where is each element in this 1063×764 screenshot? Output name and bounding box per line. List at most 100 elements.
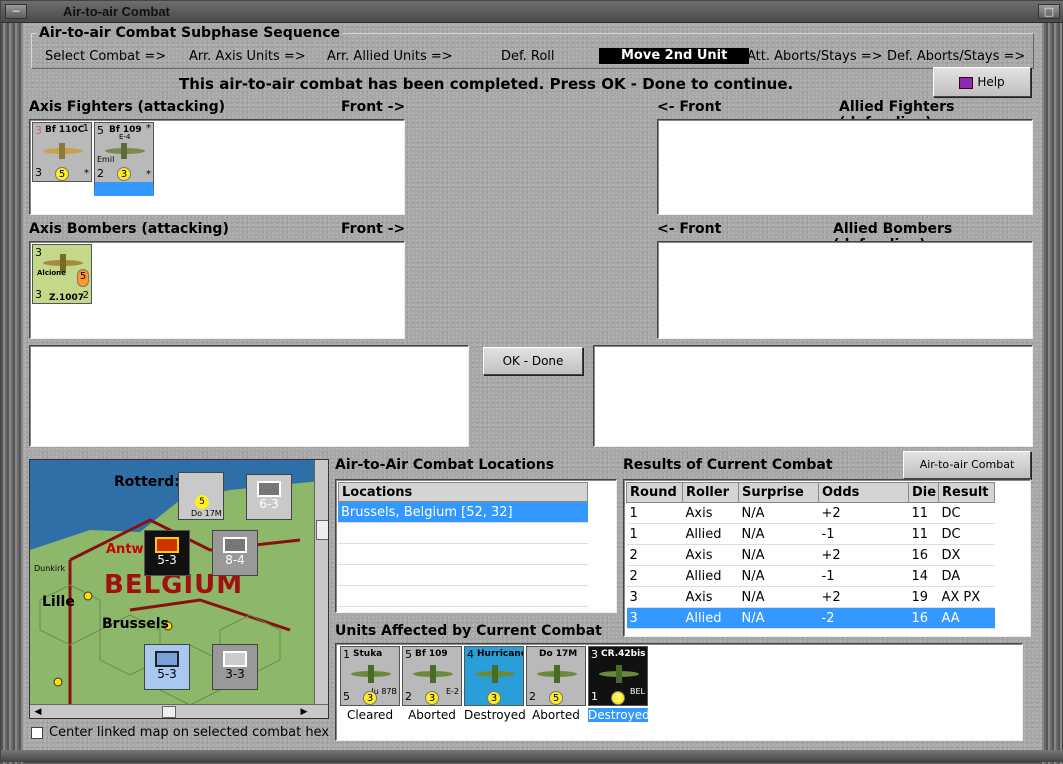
counter-value: * bbox=[84, 168, 89, 179]
result-cell: N/A bbox=[738, 586, 819, 608]
result-cell: +2 bbox=[818, 502, 909, 524]
scroll-thumb[interactable] bbox=[316, 520, 328, 540]
counter-name: Alcione bbox=[37, 269, 66, 277]
unit-counter[interactable]: 3 Alcione 5 3 Z.1007 2 bbox=[32, 244, 92, 304]
column-header: Die bbox=[908, 482, 939, 503]
window-content: Air-to-air Combat Subphase Sequence Sele… bbox=[23, 23, 1042, 752]
map-counter[interactable]: 5-3 bbox=[144, 530, 190, 576]
affected-unit-status: Aborted bbox=[408, 708, 456, 722]
axis-bombers-panel[interactable]: 3 Alcione 5 3 Z.1007 2 bbox=[29, 241, 405, 339]
column-header: Roller bbox=[682, 482, 739, 503]
affected-unit-counter[interactable]: Do 17M 2 5 bbox=[526, 646, 586, 706]
counter-name: Bf 110C bbox=[45, 125, 85, 135]
result-row[interactable]: 3 Axis N/A +2 19 AX PX bbox=[626, 586, 995, 608]
combat-window: ─ Air-to-air Combat □ Air-to-air Combat … bbox=[0, 0, 1063, 764]
counter-dot: 3 bbox=[487, 691, 501, 705]
map-counter[interactable]: 5 Do 17M bbox=[178, 472, 224, 520]
counter-dot: 5 bbox=[55, 167, 69, 181]
result-row[interactable]: 1 Allied N/A -1 11 DC bbox=[626, 523, 995, 545]
unit-counter-selected[interactable]: 5 Bf 109 E-4 * Emil 2 3 * bbox=[94, 122, 154, 196]
map-counter[interactable]: 5-3 bbox=[144, 644, 190, 690]
result-row[interactable]: 3 Allied N/A -2 16 AA bbox=[626, 607, 995, 629]
allied-bombers-panel[interactable] bbox=[657, 241, 1033, 339]
help-label: Help bbox=[977, 75, 1005, 89]
map-counter[interactable]: 6-3 bbox=[246, 474, 292, 520]
counter-value: 5 bbox=[405, 648, 412, 661]
result-row[interactable]: 2 Axis N/A +2 16 DX bbox=[626, 544, 995, 566]
result-cell: Axis bbox=[682, 586, 739, 608]
result-cell: N/A bbox=[738, 523, 819, 545]
counter-value: 1 bbox=[343, 648, 350, 661]
sequence-step: Select Combat => bbox=[45, 49, 167, 64]
counter-name: Bf 109 bbox=[415, 649, 448, 659]
help-button[interactable]: Help bbox=[933, 67, 1031, 97]
frame-right bbox=[1040, 23, 1062, 764]
map-vertical-scrollbar[interactable] bbox=[314, 460, 328, 704]
result-cell: AX PX bbox=[938, 586, 995, 608]
counter-sub: Emil bbox=[97, 155, 115, 164]
result-cell: N/A bbox=[738, 502, 819, 524]
center-map-checkbox[interactable] bbox=[31, 727, 43, 739]
affected-unit-status: Cleared bbox=[346, 708, 394, 722]
scroll-right-icon[interactable]: ▶ bbox=[298, 706, 310, 718]
frame-bottom bbox=[1, 750, 1063, 762]
ok-done-button[interactable]: OK - Done bbox=[483, 347, 583, 375]
window-close-button[interactable]: □ bbox=[1038, 4, 1060, 19]
affected-units-panel: 1 Stuka Ju 87B 5 3 Cleared 5 Bf 109 E-2 2 3 Aborted… bbox=[335, 643, 1023, 741]
affected-unit-status: Destroyed bbox=[588, 708, 650, 722]
aircraft-icon bbox=[43, 143, 83, 159]
counter-value: 2 bbox=[82, 290, 89, 301]
title-bar: ─ Air-to-air Combat □ bbox=[1, 1, 1063, 23]
result-cell: 3 bbox=[626, 586, 683, 608]
aircraft-icon bbox=[475, 665, 515, 683]
counter-value: * bbox=[146, 123, 151, 134]
sequence-step-active: Move 2nd Unit bbox=[599, 48, 750, 64]
sequence-step: Def. Roll bbox=[501, 49, 555, 64]
result-cell: 11 bbox=[908, 502, 939, 524]
counter-sub: E-2 bbox=[445, 687, 459, 696]
counter-value: 6-3 bbox=[259, 497, 279, 511]
affected-unit-counter[interactable]: 3 CR.42bis BEL 1 3 bbox=[588, 646, 648, 706]
map-horizontal-scrollbar[interactable]: ◀ ▶ bbox=[30, 704, 328, 718]
result-cell: AA bbox=[938, 607, 995, 629]
map-counter[interactable]: 3-3 bbox=[212, 644, 258, 690]
air-combat-chart-button[interactable]: Air-to-air Combat Chart bbox=[903, 451, 1031, 497]
affected-unit-counter[interactable]: 4 Hurricane 3 bbox=[464, 646, 524, 706]
map-counter[interactable]: 8-4 bbox=[212, 530, 258, 576]
scroll-thumb[interactable] bbox=[162, 706, 176, 718]
linked-map[interactable]: Rotterd: Antw BELGIUM Lille Brussels Dun… bbox=[29, 459, 329, 719]
map-label: Lille bbox=[42, 594, 75, 610]
counter-value: 5-3 bbox=[157, 553, 177, 567]
location-row-empty[interactable] bbox=[338, 565, 588, 586]
result-row[interactable]: 2 Allied N/A -1 14 DA bbox=[626, 565, 995, 587]
location-row[interactable]: Brussels, Belgium [52, 32] bbox=[338, 502, 588, 523]
aircraft-icon bbox=[599, 665, 639, 683]
location-row-empty[interactable] bbox=[338, 523, 588, 544]
counter-dot: 5 bbox=[195, 495, 209, 509]
allied-fighters-panel[interactable] bbox=[657, 119, 1033, 215]
unit-counter[interactable]: 3 Bf 110C 1 3 5 * bbox=[32, 122, 92, 182]
result-cell: DA bbox=[938, 565, 995, 587]
counter-value: 3 bbox=[35, 288, 42, 301]
window-title: Air-to-air Combat bbox=[63, 4, 170, 19]
counter-value: 5 bbox=[97, 124, 104, 137]
scroll-left-icon[interactable]: ◀ bbox=[32, 706, 44, 718]
window-menu-button[interactable]: ─ bbox=[5, 4, 27, 19]
affected-unit-status: Aborted bbox=[532, 708, 580, 722]
result-row[interactable]: 1 Axis N/A +2 11 DC bbox=[626, 502, 995, 524]
axis-bombers-label: Axis Bombers (attacking) bbox=[29, 221, 229, 237]
counter-value: 8-4 bbox=[225, 553, 245, 567]
axis-fighters-front-label: Front -> bbox=[341, 99, 406, 115]
location-row-empty[interactable] bbox=[338, 586, 588, 607]
location-row-empty[interactable] bbox=[338, 544, 588, 565]
locations-list[interactable]: Locations Brussels, Belgium [52, 32] bbox=[335, 479, 617, 613]
counter-value: 3-3 bbox=[225, 667, 245, 681]
counter-dot: 5 bbox=[77, 269, 89, 287]
result-cell: Allied bbox=[682, 523, 739, 545]
axis-fighters-panel[interactable]: 3 Bf 110C 1 3 5 * 5 Bf 109 E-4 * Emil 2 … bbox=[29, 119, 405, 215]
counter-dot: 3 bbox=[363, 691, 377, 705]
affected-unit-counter[interactable]: 1 Stuka Ju 87B 5 3 bbox=[340, 646, 400, 706]
map-label: Dunkirk bbox=[34, 564, 66, 573]
locations-title: Air-to-Air Combat Locations bbox=[335, 457, 555, 473]
affected-unit-counter[interactable]: 5 Bf 109 E-2 2 3 bbox=[402, 646, 462, 706]
